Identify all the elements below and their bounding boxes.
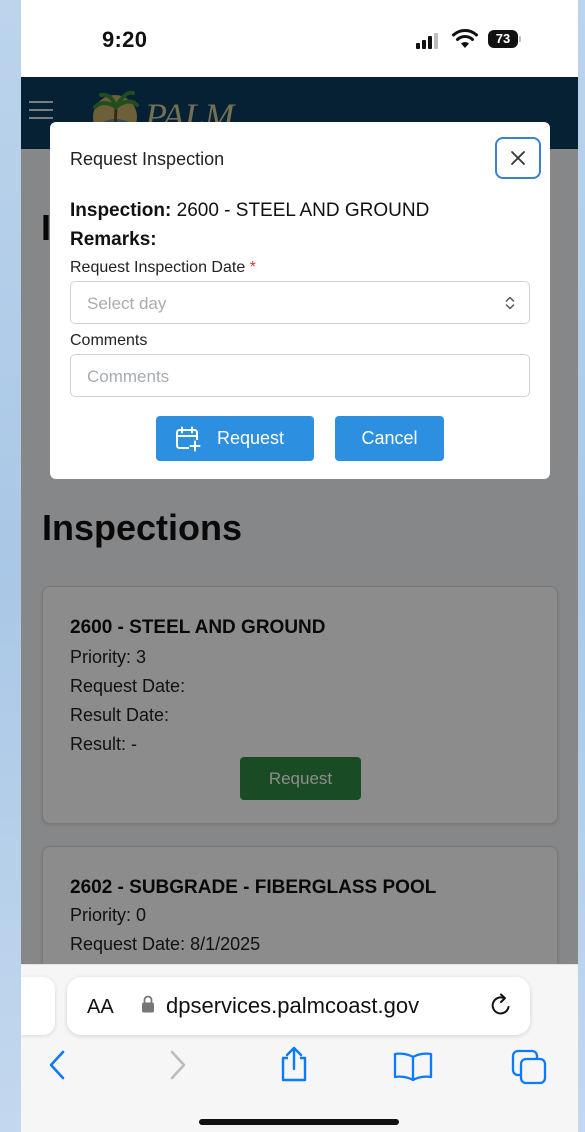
wifi-icon (452, 28, 478, 50)
bookmarks-icon[interactable] (393, 1051, 433, 1081)
share-icon[interactable] (278, 1045, 310, 1083)
inspection-label: Inspection: (70, 200, 172, 221)
date-field-label: Request Inspection Date * (70, 259, 256, 277)
comments-input[interactable]: Comments (70, 354, 530, 397)
close-icon (511, 151, 525, 165)
chevron-updown-icon (505, 296, 515, 310)
lock-icon (142, 995, 154, 1013)
date-select[interactable]: Select day (70, 281, 530, 324)
request-inspection-modal: Request Inspection Inspection: 2600 - ST… (50, 122, 550, 479)
close-button[interactable] (495, 137, 541, 179)
date-label-text: Request Inspection Date (70, 259, 246, 276)
reload-icon[interactable] (489, 992, 513, 1018)
calendar-plus-icon (176, 426, 201, 452)
forward-icon[interactable] (168, 1049, 188, 1081)
battery-icon: 73 (488, 30, 522, 48)
back-icon[interactable] (47, 1049, 67, 1081)
modal-title: Request Inspection (70, 149, 225, 169)
inspection-value: 2600 - STEEL AND GROUND (176, 200, 430, 221)
text-size-button[interactable]: AA (87, 996, 114, 1019)
browser-toolbar: AA dpservices.palmcoast.gov (21, 964, 578, 1132)
inspection-info: Inspection: 2600 - STEEL AND GROUND (70, 200, 429, 222)
text-size-label: AA (87, 996, 114, 1018)
date-placeholder: Select day (87, 294, 167, 313)
required-marker: * (249, 259, 256, 276)
comments-field-label: Comments (70, 332, 148, 349)
phone-screen: 9:20 73 PALM I Inspections 2600 - STEEL … (21, 0, 578, 1132)
status-bar: 9:20 73 (21, 0, 578, 77)
comments-placeholder: Comments (87, 367, 170, 386)
request-button[interactable]: Request (156, 416, 314, 461)
battery-level: 73 (488, 30, 518, 48)
remarks-label: Remarks: (70, 229, 157, 250)
remarks-info: Remarks: (70, 229, 157, 251)
tabs-icon[interactable] (511, 1049, 549, 1085)
cancel-button[interactable]: Cancel (335, 416, 444, 461)
request-button-label: Request (217, 428, 285, 448)
status-time: 9:20 (102, 27, 148, 52)
address-bar[interactable]: AA dpservices.palmcoast.gov (67, 977, 530, 1035)
home-indicator (199, 1119, 399, 1125)
previous-tab-card[interactable] (21, 977, 55, 1035)
signal-icon (416, 33, 442, 49)
url-text: dpservices.palmcoast.gov (166, 993, 420, 1018)
